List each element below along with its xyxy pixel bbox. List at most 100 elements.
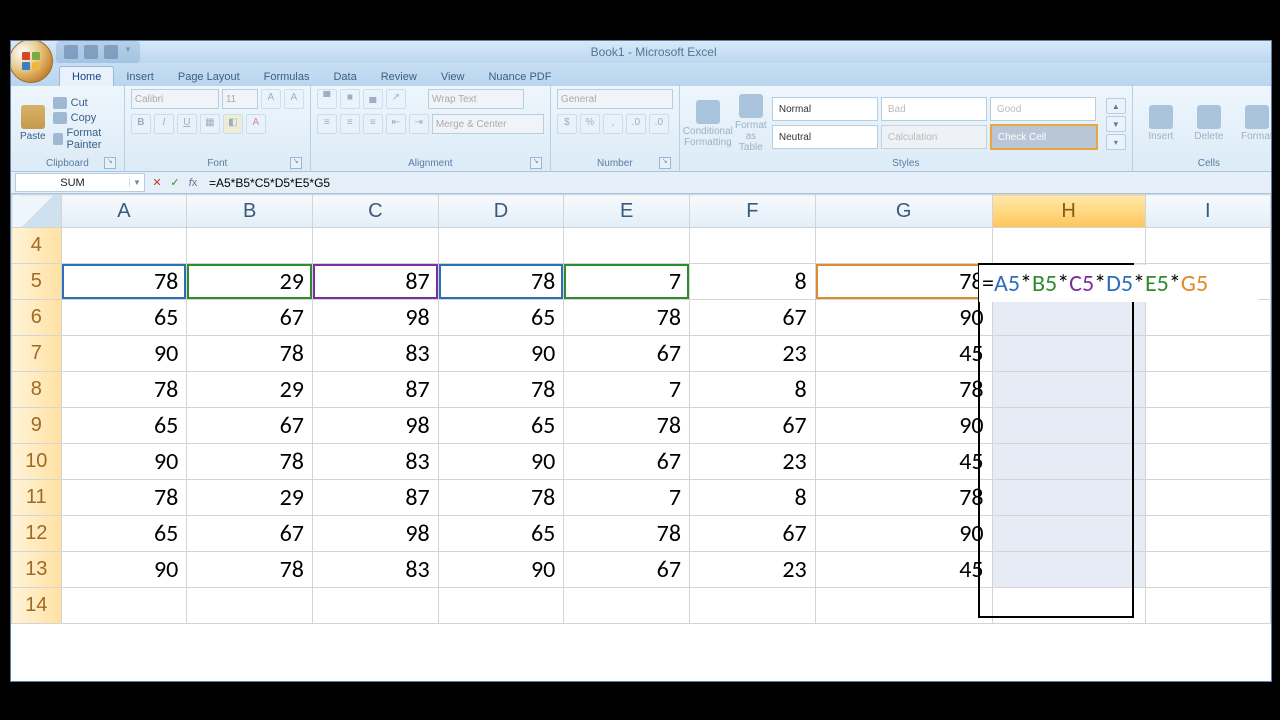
cell-I12[interactable]	[1145, 516, 1270, 552]
cell-B9[interactable]: 67	[187, 408, 313, 444]
cell-A9[interactable]: 65	[61, 408, 187, 444]
tab-formulas[interactable]: Formulas	[252, 67, 322, 86]
cell-G6[interactable]: 90	[815, 300, 992, 336]
row-header-14[interactable]: 14	[12, 588, 62, 624]
align-right-icon[interactable]: ≡	[363, 114, 383, 134]
orientation-icon[interactable]: ↗	[386, 89, 406, 109]
cell-B8[interactable]: 29	[187, 372, 313, 408]
cell-B13[interactable]: 78	[187, 552, 313, 588]
cell-C13[interactable]: 83	[312, 552, 438, 588]
cell-A8[interactable]: 78	[61, 372, 187, 408]
cell-D12[interactable]: 65	[438, 516, 564, 552]
select-all-corner[interactable]	[12, 195, 62, 228]
font-color-button[interactable]: A	[246, 114, 266, 134]
cell-B11[interactable]: 29	[187, 480, 313, 516]
row-header-9[interactable]: 9	[12, 408, 62, 444]
cancel-formula-icon[interactable]: ✕	[149, 175, 165, 191]
cell-G13[interactable]: 45	[815, 552, 992, 588]
cell-G8[interactable]: 78	[815, 372, 992, 408]
cell-B5[interactable]: 29	[187, 264, 313, 300]
cell-B7[interactable]: 78	[187, 336, 313, 372]
cell-A13[interactable]: 90	[61, 552, 187, 588]
alignment-dialog-icon[interactable]: ↘	[530, 157, 542, 169]
cell-H8[interactable]	[992, 372, 1145, 408]
cell-A10[interactable]: 90	[61, 444, 187, 480]
cell-D13[interactable]: 90	[438, 552, 564, 588]
cell-I7[interactable]	[1145, 336, 1270, 372]
cell-D7[interactable]: 90	[438, 336, 564, 372]
font-name-combo[interactable]: Calibri	[131, 89, 219, 109]
cell-B4[interactable]	[187, 228, 313, 264]
cell-F6[interactable]: 67	[689, 300, 815, 336]
cell-A7[interactable]: 90	[61, 336, 187, 372]
style-good[interactable]: Good	[990, 97, 1096, 121]
col-header-C[interactable]: C	[312, 195, 438, 228]
cell-I6[interactable]	[1145, 300, 1270, 336]
bold-button[interactable]: B	[131, 114, 151, 134]
cell-E4[interactable]	[564, 228, 690, 264]
cell-I9[interactable]	[1145, 408, 1270, 444]
conditional-formatting-button[interactable]: Conditional Formatting	[686, 93, 730, 155]
cell-E12[interactable]: 78	[564, 516, 690, 552]
wrap-text-button[interactable]: Wrap Text	[428, 89, 524, 109]
tab-home[interactable]: Home	[59, 66, 114, 86]
border-button[interactable]: ▦	[200, 114, 220, 134]
cell-B6[interactable]: 67	[187, 300, 313, 336]
cell-E11[interactable]: 7	[564, 480, 690, 516]
col-header-A[interactable]: A	[61, 195, 187, 228]
row-header-8[interactable]: 8	[12, 372, 62, 408]
shrink-font-icon[interactable]: A	[284, 89, 304, 109]
italic-button[interactable]: I	[154, 114, 174, 134]
row-header-7[interactable]: 7	[12, 336, 62, 372]
cell-I11[interactable]	[1145, 480, 1270, 516]
cell-C8[interactable]: 87	[312, 372, 438, 408]
cell-I4[interactable]	[1145, 228, 1270, 264]
cell-H12[interactable]	[992, 516, 1145, 552]
cell-D9[interactable]: 65	[438, 408, 564, 444]
format-as-table-button[interactable]: Format as Table	[734, 93, 768, 155]
cell-F4[interactable]	[689, 228, 815, 264]
decrease-decimal-icon[interactable]: .0	[649, 114, 669, 134]
align-left-icon[interactable]: ≡	[317, 114, 337, 134]
cell-D14[interactable]	[438, 588, 564, 624]
cell-C6[interactable]: 98	[312, 300, 438, 336]
paste-button[interactable]: Paste	[17, 93, 49, 155]
cell-E10[interactable]: 67	[564, 444, 690, 480]
cell-I14[interactable]	[1145, 588, 1270, 624]
cell-C10[interactable]: 83	[312, 444, 438, 480]
col-header-D[interactable]: D	[438, 195, 564, 228]
cell-F12[interactable]: 67	[689, 516, 815, 552]
tab-review[interactable]: Review	[369, 67, 429, 86]
cell-I13[interactable]	[1145, 552, 1270, 588]
save-icon[interactable]	[64, 45, 78, 59]
row-header-12[interactable]: 12	[12, 516, 62, 552]
row-header-5[interactable]: 5	[12, 264, 62, 300]
col-header-E[interactable]: E	[564, 195, 690, 228]
cut-button[interactable]: Cut	[53, 97, 118, 109]
align-bottom-icon[interactable]: ▄	[363, 89, 383, 109]
cell-F7[interactable]: 23	[689, 336, 815, 372]
style-check-cell[interactable]: Check Cell	[990, 124, 1098, 150]
cell-G7[interactable]: 45	[815, 336, 992, 372]
row-header-6[interactable]: 6	[12, 300, 62, 336]
cell-A11[interactable]: 78	[61, 480, 187, 516]
fx-icon[interactable]: fx	[185, 175, 201, 191]
underline-button[interactable]: U	[177, 114, 197, 134]
col-header-I[interactable]: I	[1145, 195, 1270, 228]
worksheet-grid[interactable]: ABCDEFGHI4578298778787866567986578679079…	[11, 194, 1271, 681]
styles-scroll-down-icon[interactable]: ▼	[1106, 116, 1126, 132]
cell-H5[interactable]	[992, 264, 1145, 300]
cell-E5[interactable]: 7	[564, 264, 690, 300]
cell-H4[interactable]	[992, 228, 1145, 264]
delete-cells-button[interactable]: Delete	[1187, 93, 1231, 155]
enter-formula-icon[interactable]: ✓	[167, 175, 183, 191]
cell-C9[interactable]: 98	[312, 408, 438, 444]
cell-H7[interactable]	[992, 336, 1145, 372]
styles-scroll-up-icon[interactable]: ▲	[1106, 98, 1126, 114]
cell-G11[interactable]: 78	[815, 480, 992, 516]
row-header-4[interactable]: 4	[12, 228, 62, 264]
cell-E9[interactable]: 78	[564, 408, 690, 444]
cell-A12[interactable]: 65	[61, 516, 187, 552]
cell-D5[interactable]: 78	[438, 264, 564, 300]
styles-more-icon[interactable]: ▾	[1106, 134, 1126, 150]
